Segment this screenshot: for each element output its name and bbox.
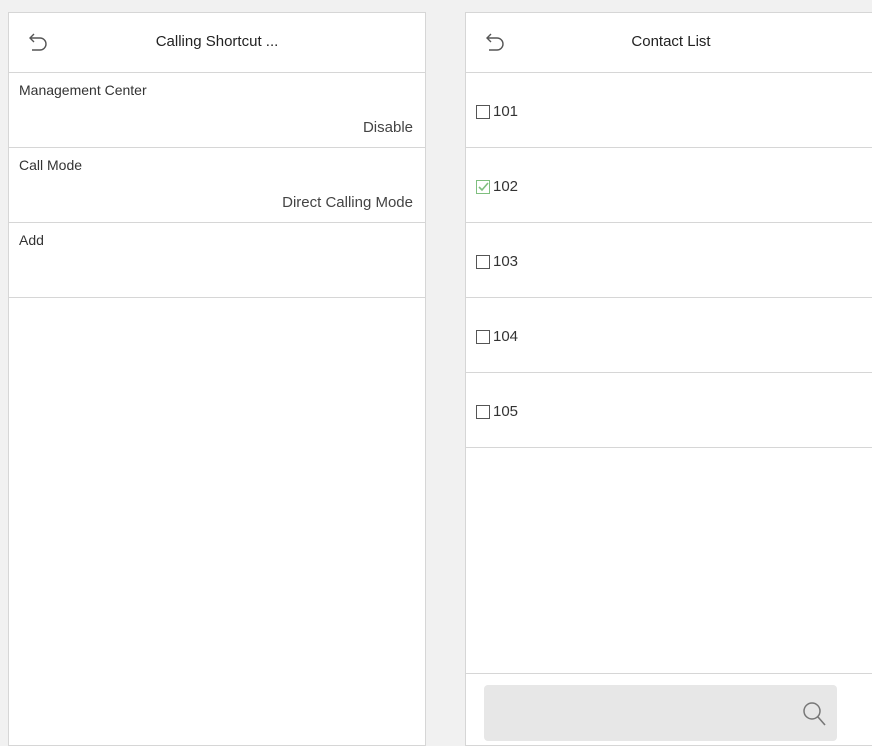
contact-row-104[interactable]: 104 xyxy=(466,298,872,373)
contact-number: 105 xyxy=(493,403,519,420)
contact-checkbox[interactable] xyxy=(476,180,490,194)
page-title: Calling Shortcut ... xyxy=(155,33,279,50)
contact-number: 104 xyxy=(493,328,519,345)
contact-row-102[interactable]: 102 xyxy=(466,148,872,223)
search-input[interactable] xyxy=(484,685,837,741)
contact-checkbox[interactable] xyxy=(476,405,490,419)
management-center-item[interactable]: Management Center Disable xyxy=(9,73,425,148)
contact-checkbox[interactable] xyxy=(476,330,490,344)
title-bar: Calling Shortcut ... xyxy=(9,13,425,73)
search-icon[interactable] xyxy=(801,699,827,729)
contact-number: 102 xyxy=(493,178,519,195)
menu-item-label: Add xyxy=(19,232,44,248)
menu-item-value: Disable xyxy=(362,119,413,136)
search-bar-area xyxy=(466,673,872,745)
contact-number: 101 xyxy=(493,103,519,120)
contact-list-screen: Contact List 101 102 103 104 105 xyxy=(465,12,872,746)
add-item[interactable]: Add xyxy=(9,223,425,298)
contact-checkbox[interactable] xyxy=(476,105,490,119)
check-icon xyxy=(478,182,489,192)
call-mode-item[interactable]: Call Mode Direct Calling Mode xyxy=(9,148,425,223)
contact-row-105[interactable]: 105 xyxy=(466,373,872,448)
menu-item-value: Direct Calling Mode xyxy=(282,194,413,211)
contact-row-103[interactable]: 103 xyxy=(466,223,872,298)
title-bar: Contact List xyxy=(466,13,872,73)
menu-item-label: Management Center xyxy=(19,82,147,98)
contact-row-101[interactable]: 101 xyxy=(466,73,872,148)
contact-number: 103 xyxy=(493,253,519,270)
contact-checkbox[interactable] xyxy=(476,255,490,269)
calling-shortcut-screen: Calling Shortcut ... Management Center D… xyxy=(8,12,426,746)
page-title: Contact List xyxy=(631,33,711,50)
menu-item-label: Call Mode xyxy=(19,157,83,173)
